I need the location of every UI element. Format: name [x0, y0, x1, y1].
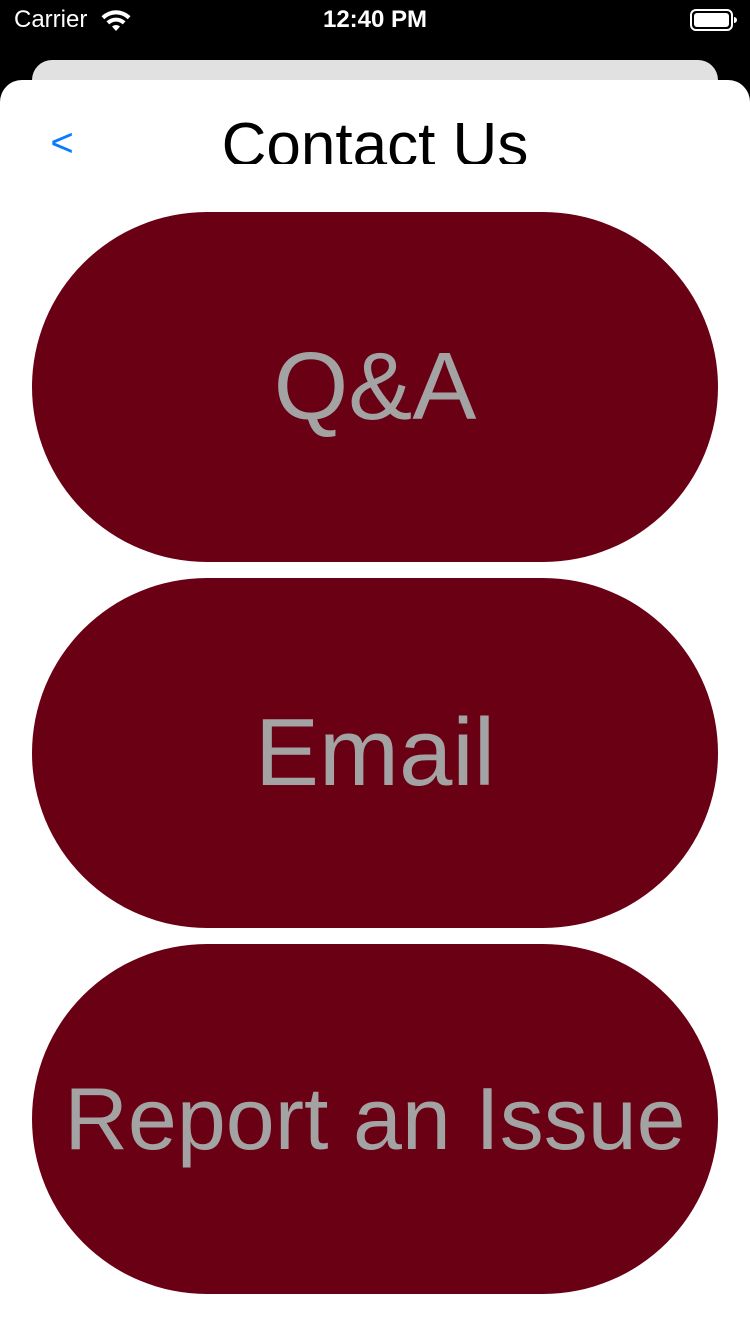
qa-button[interactable]: Q&A	[32, 212, 718, 562]
page-title: Contact Us	[221, 111, 529, 164]
qa-button-label: Q&A	[273, 333, 477, 440]
email-button[interactable]: Email	[32, 578, 718, 928]
report-issue-button-label: Report an Issue	[64, 1069, 686, 1168]
contact-sheet: < Contact Us Q&A Email Report an Issue	[0, 80, 750, 1334]
nav-header: < Contact Us	[0, 80, 750, 164]
status-time: 12:40 PM	[322, 6, 428, 33]
email-button-label: Email	[254, 699, 496, 806]
report-issue-button[interactable]: Report an Issue	[32, 944, 718, 1294]
battery-full-icon	[690, 8, 738, 32]
status-bar: Carrier 12:40 PM	[0, 0, 750, 40]
